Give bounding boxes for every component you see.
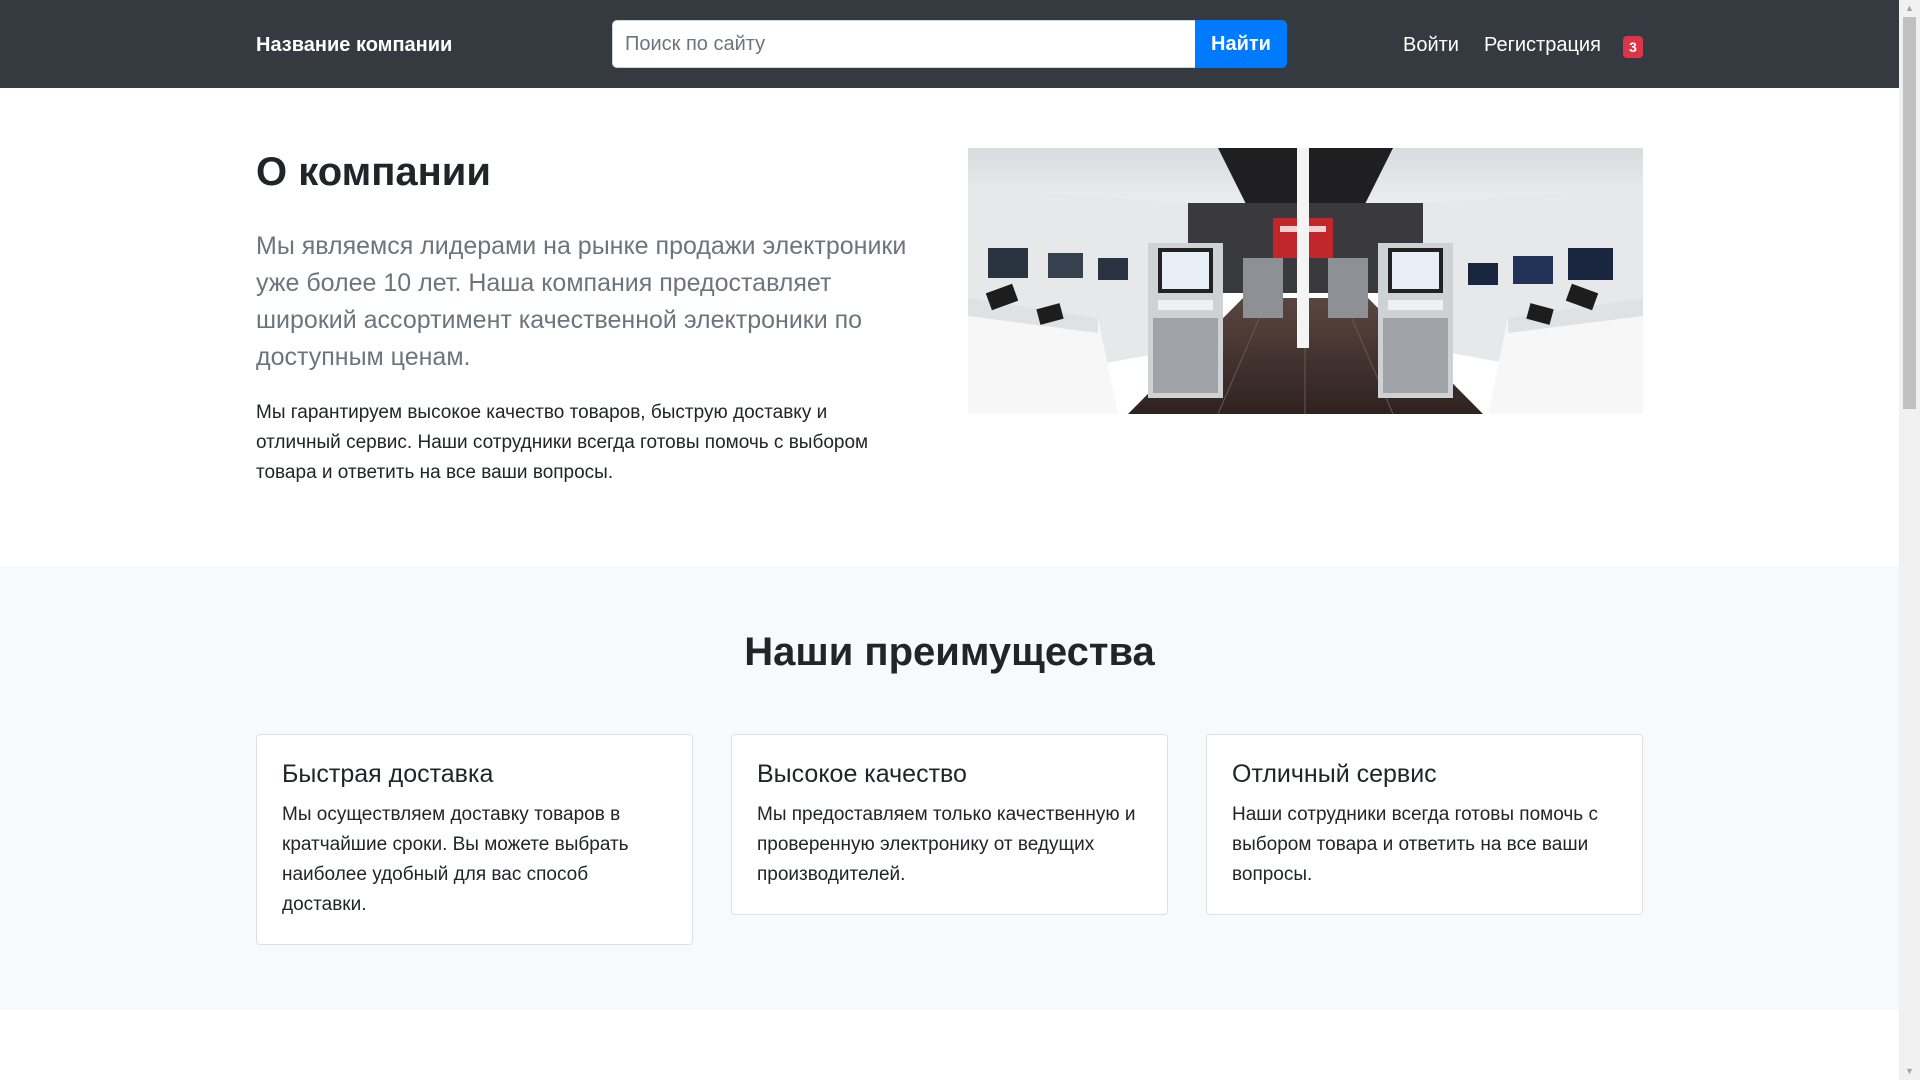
scroll-down-arrow-icon[interactable]: ▼ [1899,1063,1920,1080]
page-scrollbar[interactable]: ▲ ▼ [1899,0,1920,1080]
about-lead-text: Мы являемся лидерами на рынке продажи эл… [256,232,907,371]
advantage-card-quality: Высокое качество Мы предоставляем только… [731,734,1168,915]
login-link[interactable]: Войти [1403,31,1459,59]
card-text: Мы предоставляем только качественную и п… [757,804,1136,885]
brand-link[interactable]: Название компании [256,31,452,59]
card-title: Отличный сервис [1232,760,1437,788]
scrollbar-thumb[interactable] [1903,17,1916,409]
advantages-title: Наши преимущества [744,630,1155,674]
search-input[interactable] [612,20,1196,68]
advantage-card-delivery: Быстрая доставка Мы осуществляем доставк… [256,734,693,945]
scroll-up-arrow-icon[interactable]: ▲ [1899,0,1920,17]
card-text: Мы осуществляем доставку товаров в кратч… [282,804,629,915]
card-text: Наши сотрудники всегда готовы помочь с в… [1232,804,1598,885]
register-link[interactable]: Регистрация [1484,31,1601,59]
search-button[interactable]: Найти [1195,20,1287,68]
store-interior-image [968,148,1643,414]
about-title: О компании [256,150,491,194]
card-title: Быстрая доставка [282,760,494,788]
notification-badge[interactable]: 3 [1623,36,1643,58]
about-body-text: Мы гарантируем высокое качество товаров,… [256,402,869,483]
advantages-section: Наши преимущества Быстрая доставка Мы ос… [0,566,1899,1010]
card-title: Высокое качество [757,760,967,788]
advantage-card-service: Отличный сервис Наши сотрудники всегда г… [1206,734,1643,915]
navbar: Название компании Найти Войти Регистраци… [0,0,1899,88]
